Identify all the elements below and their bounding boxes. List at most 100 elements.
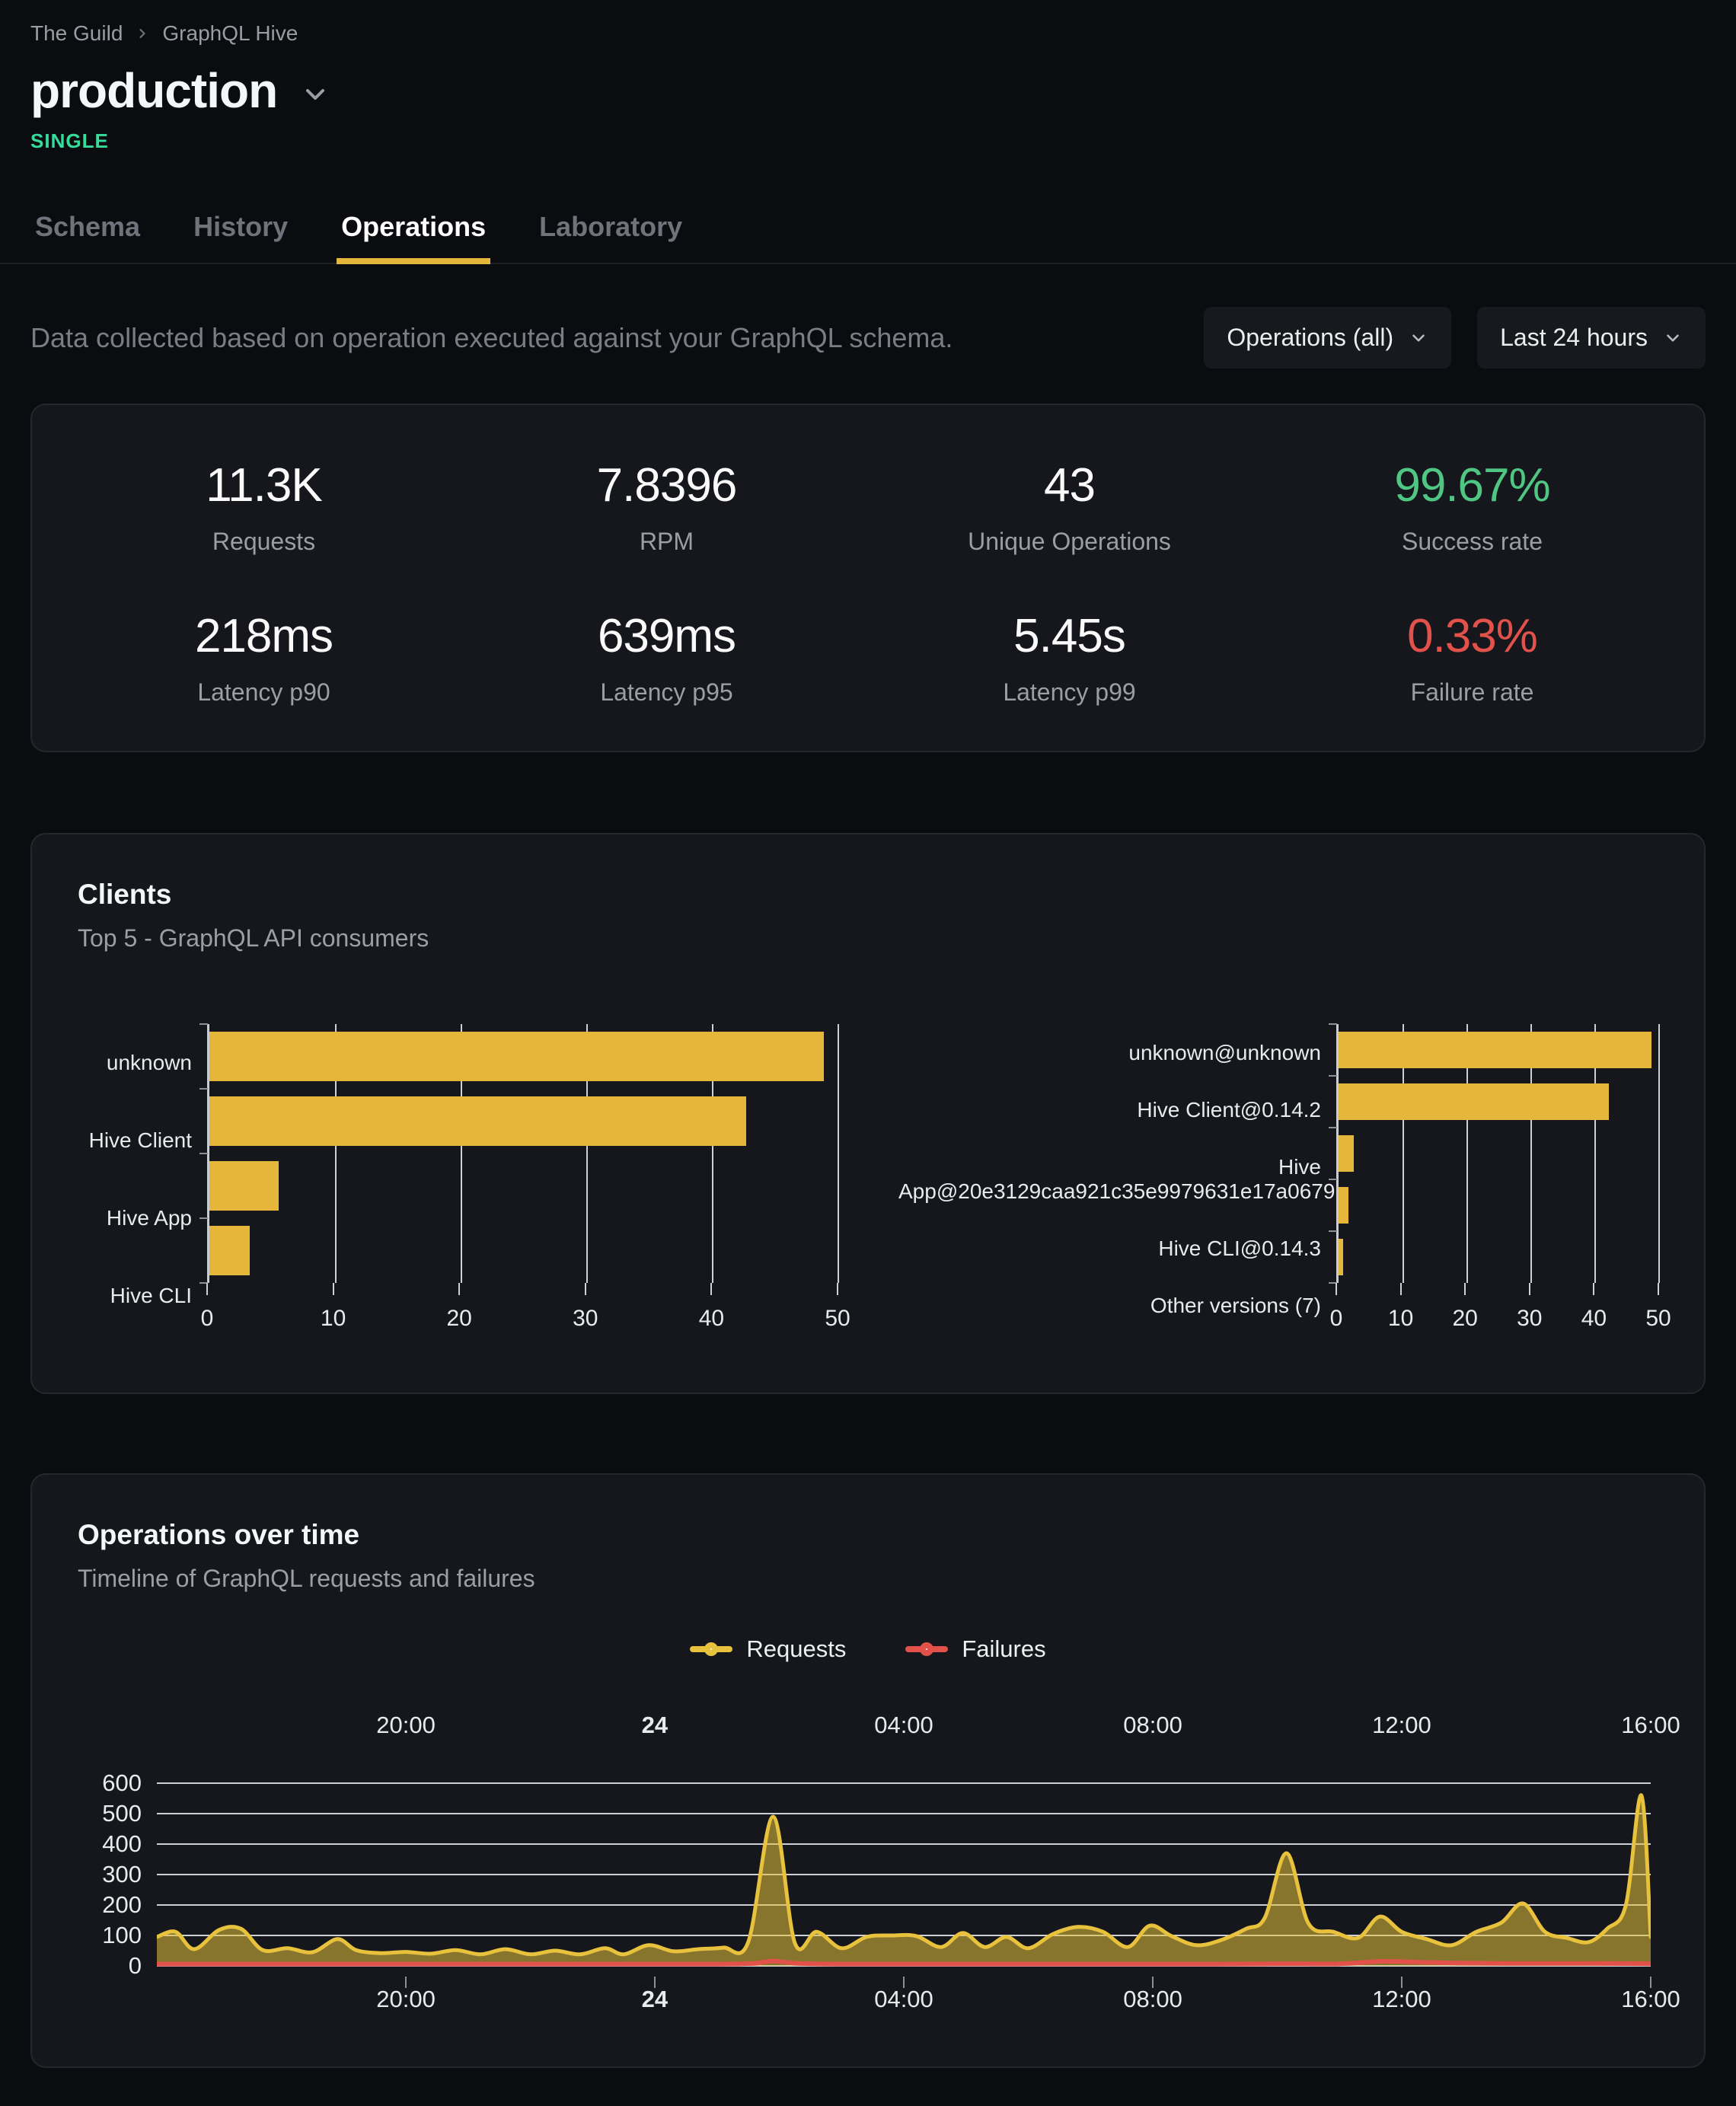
clients-card: Clients Top 5 - GraphQL API consumers un… — [30, 833, 1706, 1394]
time-range-dropdown[interactable]: Last 24 hours — [1477, 307, 1706, 369]
legend-marker-icon — [905, 1646, 948, 1652]
time-range-label: Last 24 hours — [1500, 324, 1648, 352]
legend-label: Requests — [746, 1635, 846, 1663]
operations-filter-dropdown[interactable]: Operations (all) — [1204, 307, 1451, 369]
y-axis-label: 600 — [78, 1769, 142, 1797]
bar-category-label: Other versions (7) — [898, 1294, 1321, 1318]
legend-item-requests[interactable]: Requests — [690, 1635, 846, 1663]
bar-category-label: Hive App — [78, 1206, 192, 1230]
breadcrumb-org[interactable]: The Guild — [30, 21, 123, 46]
target-tabs: Schema History Operations Laboratory — [0, 211, 1736, 264]
breadcrumb-project[interactable]: GraphQL Hive — [162, 21, 298, 46]
y-axis-label: 100 — [78, 1922, 142, 1949]
axis-tick-label: 10 — [321, 1306, 346, 1332]
axis-tick — [1329, 1075, 1337, 1077]
axis-tick — [199, 1153, 208, 1154]
axis-tick-label: 10 — [1388, 1306, 1413, 1332]
x-axis-label: 04:00 — [874, 1712, 933, 1739]
stat-unique-operations: 43 Unique Operations — [868, 458, 1271, 556]
bar — [1339, 1135, 1354, 1173]
chevron-right-icon — [135, 26, 150, 41]
clients-version-axis-labels: unknown@unknownHive Client@0.14.2Hive Ap… — [898, 1024, 1336, 1335]
stat-latency-p99: 5.45s Latency p99 — [868, 609, 1271, 707]
bar — [1339, 1239, 1343, 1276]
operations-over-time-card: Operations over time Timeline of GraphQL… — [30, 1473, 1706, 2068]
axis-tick — [1464, 1283, 1466, 1295]
clients-subtitle: Top 5 - GraphQL API consumers — [78, 924, 1658, 952]
bar — [209, 1161, 279, 1211]
target-selector-chevron-down-icon[interactable] — [300, 79, 330, 110]
bar-row — [1339, 1231, 1658, 1283]
tab-history[interactable]: History — [189, 211, 292, 263]
axis-tick-label: 20 — [447, 1306, 472, 1332]
axis-tick — [458, 1283, 460, 1295]
clients-version-x-axis: 01020304050 — [1336, 1295, 1658, 1335]
y-axis-label: 200 — [78, 1891, 142, 1919]
operations-toolbar: Data collected based on operation execut… — [30, 307, 1706, 369]
bar-row — [1339, 1076, 1658, 1128]
bar-category-label: Hive CLI — [78, 1284, 192, 1308]
bar-row — [1339, 1024, 1658, 1076]
axis-tick — [1400, 1283, 1402, 1295]
stat-latency-p90: 218ms Latency p90 — [62, 609, 465, 707]
bar-category-label: Hive App@20e3129caa921c35e9979631e17a067… — [898, 1155, 1321, 1204]
timeline-chart: 20:002404:0008:0012:0016:00 010020030040… — [157, 1712, 1651, 2013]
x-axis-label: 04:00 — [874, 1986, 933, 2013]
bar-row — [209, 1218, 838, 1283]
gridline — [838, 1024, 839, 1283]
axis-tick-label: 20 — [1453, 1306, 1478, 1332]
stat-requests: 11.3K Requests — [62, 458, 465, 556]
axis-tick-label: 50 — [825, 1306, 850, 1332]
x-axis-label: 08:00 — [1123, 1986, 1182, 2013]
toolbar-actions: Operations (all) Last 24 hours — [1204, 307, 1706, 369]
bar-row — [209, 1024, 838, 1089]
axis-tick-label: 0 — [201, 1306, 214, 1332]
clients-name-plot — [207, 1024, 838, 1283]
axis-tick — [710, 1283, 712, 1295]
clients-title: Clients — [78, 879, 1658, 911]
gridline — [1658, 1024, 1660, 1283]
legend-item-failures[interactable]: Failures — [905, 1635, 1045, 1663]
collection-description: Data collected based on operation execut… — [30, 322, 953, 354]
x-axis-label: 24 — [642, 1986, 668, 2013]
bar-category-label: Hive CLI@0.14.3 — [898, 1236, 1321, 1261]
clients-name-x-axis: 01020304050 — [207, 1295, 838, 1335]
bar — [209, 1032, 824, 1081]
page-title: production — [30, 62, 277, 119]
y-axis-label: 500 — [78, 1800, 142, 1827]
axis-tick — [333, 1283, 334, 1295]
axis-tick — [837, 1283, 838, 1295]
operations-filter-label: Operations (all) — [1227, 324, 1393, 352]
legend-label: Failures — [962, 1635, 1045, 1663]
bar — [1339, 1083, 1609, 1121]
axis-tick — [1329, 1127, 1337, 1128]
stat-success-rate: 99.67% Success rate — [1271, 458, 1674, 556]
clients-by-name-chart: unknown Hive Client Hive App Hive CLI 0 10 20… — [78, 1024, 838, 1335]
chevron-down-icon — [1663, 328, 1683, 348]
axis-tick — [206, 1283, 208, 1295]
bar-category-label: Hive Client — [78, 1128, 192, 1153]
legend-marker-icon — [690, 1646, 732, 1652]
tab-operations[interactable]: Operations — [337, 211, 490, 264]
bar-category-label: unknown — [78, 1051, 192, 1075]
chevron-down-icon — [1409, 328, 1428, 348]
tab-laboratory[interactable]: Laboratory — [535, 211, 687, 263]
axis-tick-label: 40 — [1581, 1306, 1607, 1332]
legend-dot-icon — [920, 1642, 933, 1656]
timeline-top-axis-labels: 20:002404:0008:0012:0016:00 — [157, 1712, 1651, 1748]
y-axis-label: 0 — [78, 1952, 142, 1980]
y-axis-label: 300 — [78, 1861, 142, 1888]
bar-row — [1339, 1179, 1658, 1231]
x-axis-label: 20:00 — [376, 1986, 436, 2013]
bar-row — [209, 1089, 838, 1154]
axis-tick-label: 30 — [573, 1306, 598, 1332]
clients-charts-row: unknown Hive Client Hive App Hive CLI 0 10 20… — [78, 1024, 1658, 1335]
axis-tick — [585, 1283, 586, 1295]
stat-rpm: 7.8396 RPM — [465, 458, 868, 556]
timeline-plot: 0100200300400500600 — [157, 1759, 1651, 1972]
axis-tick — [1329, 1230, 1337, 1232]
timeline-bottom-axis-labels: 20:002404:0008:0012:0016:00 — [157, 1977, 1651, 2013]
tab-schema[interactable]: Schema — [30, 211, 145, 263]
bar — [1339, 1032, 1651, 1069]
clients-name-axis-labels: unknown Hive Client Hive App Hive CLI — [78, 1024, 207, 1335]
